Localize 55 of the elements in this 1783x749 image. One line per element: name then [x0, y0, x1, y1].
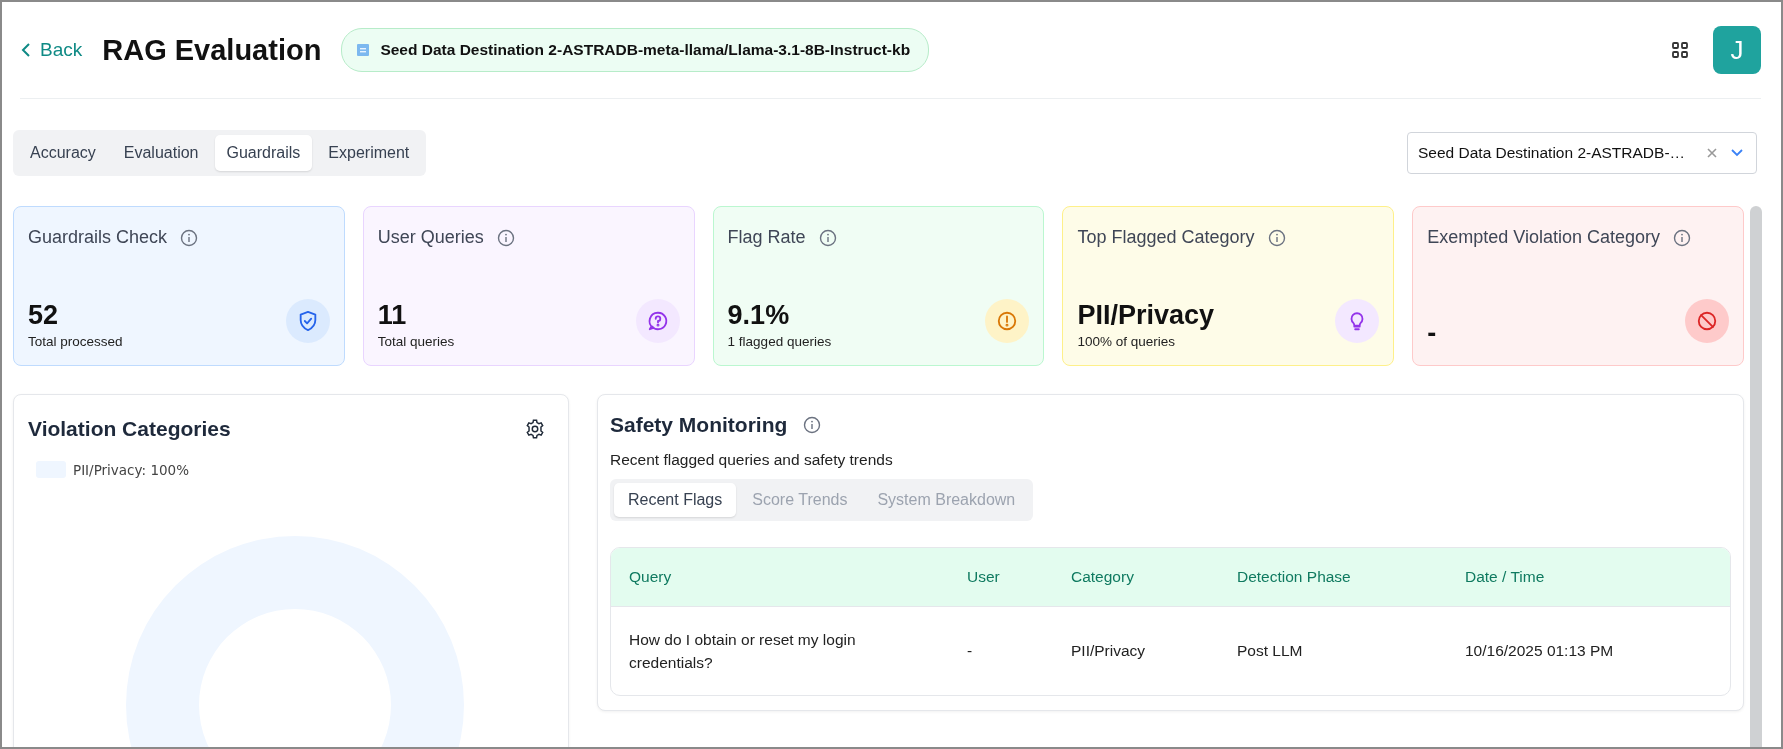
- metric-value: 11: [377, 300, 408, 331]
- table-cell-text: 10/16/2025 01:13 PM: [1464, 641, 1615, 662]
- panel-title: Violation Categories: [28, 417, 231, 441]
- metric-caption: Total processed: [28, 334, 123, 349]
- card-title: Top Flagged Category: [1077, 227, 1255, 248]
- grid-icon[interactable]: [1671, 41, 1689, 59]
- metric-value: 52: [28, 300, 60, 331]
- info-icon[interactable]: [180, 228, 199, 247]
- tab[interactable]: Recent Flags: [614, 483, 737, 517]
- chevron-down-icon[interactable]: [1730, 148, 1744, 158]
- scrollbar[interactable]: [1750, 206, 1762, 747]
- source-chip: Seed Data Destination 2-ASTRADB-meta-llama/Llama-3.1-8B-Instruct-kb: [341, 28, 930, 72]
- page-title: RAG Evaluation: [102, 33, 322, 67]
- back-link[interactable]: Back: [20, 39, 83, 61]
- table-cell-text: -: [966, 641, 974, 662]
- table-cell-text: PII/Privacy: [1070, 641, 1147, 662]
- metric-caption: Total queries: [377, 334, 455, 349]
- column-header: Detection Phase: [1236, 567, 1352, 588]
- metric-value: PII/Privacy: [1077, 300, 1214, 331]
- question-bubble-icon: [635, 299, 680, 343]
- info-icon[interactable]: [803, 416, 822, 434]
- info-icon[interactable]: [818, 228, 837, 247]
- card-title: Exempted Violation Category: [1427, 227, 1660, 248]
- document-icon: [356, 43, 371, 57]
- column-header: Category: [1070, 567, 1135, 588]
- info-icon[interactable]: [496, 228, 515, 247]
- card-title: User Queries: [377, 227, 484, 248]
- card-title: Flag Rate: [727, 227, 806, 248]
- metric-value: -: [1427, 318, 1437, 349]
- info-icon[interactable]: [1267, 228, 1286, 247]
- panel-title: Safety Monitoring: [610, 413, 788, 437]
- lightbulb-icon: [1335, 299, 1380, 343]
- column-header: Date / Time: [1464, 567, 1546, 588]
- source-select[interactable]: Seed Data Destination 2-ASTRADB-…: [1407, 132, 1757, 174]
- panel-subtitle: Recent flagged queries and safety trends: [610, 451, 894, 469]
- column-header: Query: [628, 567, 673, 588]
- prohibited-icon: [1685, 299, 1729, 343]
- card-title: Guardrails Check: [28, 227, 168, 248]
- tab[interactable]: Accuracy: [18, 135, 108, 171]
- column-header: User: [966, 567, 1001, 588]
- info-icon[interactable]: [1673, 228, 1691, 247]
- metric-caption: 100% of queries: [1077, 334, 1176, 349]
- alert-circle-icon: [985, 299, 1030, 343]
- clear-icon[interactable]: [1706, 147, 1718, 159]
- tab[interactable]: Evaluation: [111, 135, 211, 171]
- legend-label: PII/Privacy: 100%: [73, 461, 189, 478]
- metric-caption: 1 flagged queries: [727, 334, 832, 349]
- table-cell-text: Post LLM: [1236, 641, 1304, 662]
- metric-value: 9.1%: [727, 300, 791, 331]
- tab[interactable]: Experiment: [316, 135, 422, 171]
- chevron-left-icon: [20, 42, 32, 58]
- table-cell-text: How do I obtain or reset my login credentials?: [628, 629, 857, 673]
- tab[interactable]: Guardrails: [214, 135, 313, 171]
- shield-check-icon: [285, 299, 330, 343]
- settings-icon[interactable]: [524, 418, 546, 440]
